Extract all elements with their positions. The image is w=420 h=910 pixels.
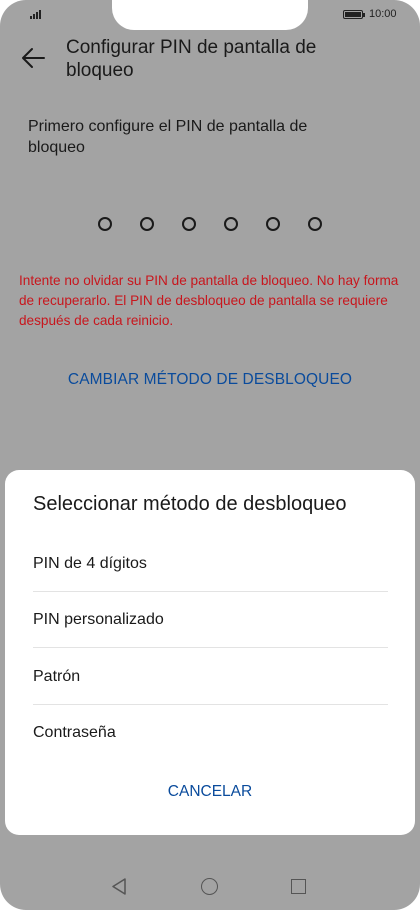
pin-dot [308,217,322,231]
option-pattern[interactable]: Patrón [33,649,388,705]
navigation-bar [0,860,420,910]
battery-icon [343,10,365,19]
cancel-button[interactable]: CANCELAR [5,783,415,801]
square-recent-icon[interactable] [291,879,306,894]
status-time: 10:00 [369,8,397,20]
option-custom-pin[interactable]: PIN personalizado [33,592,388,648]
option-4-digit-pin[interactable]: PIN de 4 dígitos [33,536,388,592]
pin-dot [182,217,196,231]
unlock-method-sheet: Seleccionar método de desbloqueo PIN de … [5,470,415,835]
sheet-title: Seleccionar método de desbloqueo [33,493,347,515]
pin-dot [98,217,112,231]
pin-dot [224,217,238,231]
triangle-back-icon[interactable] [110,877,128,896]
arrow-left-icon[interactable] [20,46,46,70]
phone-screen: 10:00 Configurar PIN de pantalla de bloq… [0,0,420,910]
page-title: Configurar PIN de pantalla de bloqueo [66,37,317,81]
change-unlock-method-link[interactable]: CAMBIAR MÉTODO DE DESBLOQUEO [0,371,420,389]
signal-icon [30,9,44,19]
pin-dot [140,217,154,231]
circle-home-icon[interactable] [201,878,218,895]
app-header: Configurar PIN de pantalla de bloqueo [0,30,420,86]
status-bar: 10:00 [0,0,420,30]
warning-text: Intente no olvidar su PIN de pantalla de… [19,273,399,328]
instruction-text: Primero configure el PIN de pantalla de … [28,118,308,156]
pin-entry-indicator[interactable] [98,217,322,231]
pin-dot [266,217,280,231]
option-password[interactable]: Contraseña [33,705,388,761]
